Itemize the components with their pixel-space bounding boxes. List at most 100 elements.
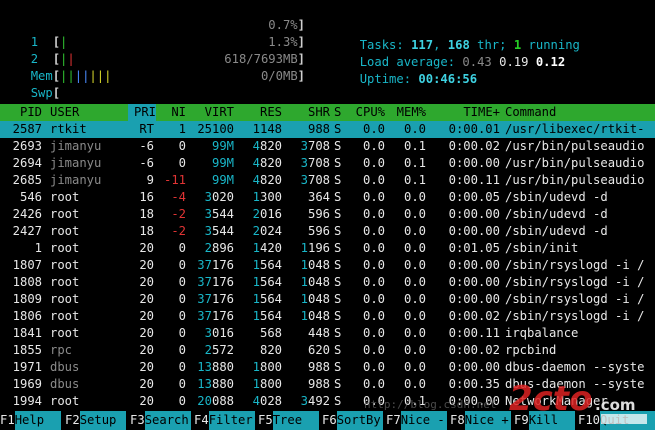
cell-time: 0:00.00 (448, 207, 500, 221)
column-header-virt[interactable]: VIRT (190, 104, 234, 121)
process-row[interactable]: 2694 jimanyu -6 0 99M 4820 3708 S 0.0 0.1 0:00.00 /… (0, 155, 655, 172)
column-header-ni[interactable]: NI (158, 104, 186, 121)
process-row[interactable]: 1841 root 20 0 3016 568 448 S 0.0 0.0 0:00.11 irqba… (0, 325, 655, 342)
process-row[interactable]: 1855 rpc 20 0 2572 820 620 S 0.0 0.0 0:00.02 rpcbin… (0, 342, 655, 359)
column-header-mem[interactable]: MEM% (390, 104, 426, 121)
fkey-nice[interactable]: F7Nice - (386, 411, 447, 430)
cell-virt: 37176 (197, 275, 234, 289)
cell-cmd: /sbin/udevd -d (505, 190, 608, 204)
cell-user: root (50, 190, 80, 204)
column-header-s[interactable]: S (334, 104, 346, 121)
cell-pid: 2685 (12, 173, 42, 187)
process-row[interactable]: 1 root 20 0 2896 1420 1196 S 0.0 0.0 0:01.05/sbin/… (0, 240, 655, 257)
column-header-user[interactable]: USER (50, 104, 130, 121)
function-key-bar: F1Help F2Setup F3Search F4Filter F5Tree F6Sor… (0, 411, 655, 430)
fkey-label: Filter (208, 411, 255, 430)
cell-cmd: NetworkManager (505, 394, 608, 408)
cell-s: S (334, 343, 342, 357)
column-header-cpu[interactable]: CPU% (350, 104, 385, 121)
process-row[interactable]: 1808 root 20 0 37176 1564 1048 S 0.0 0.0 0:00.00/s… (0, 274, 655, 291)
process-row[interactable]: 1809 root 20 0 37176 1564 1048 S 0.0 0.0 0:00.00/s… (0, 291, 655, 308)
cell-user: root (50, 224, 80, 238)
column-header-pid[interactable]: PID (0, 104, 42, 121)
cell-cmd: /sbin/udevd -d (505, 224, 608, 238)
swp-value: 0/0MB (260, 69, 298, 83)
cell-time: 0:00.11 (448, 326, 500, 340)
fkey-quit[interactable]: F10Quit (578, 411, 655, 430)
process-row[interactable]: 2426 root 18 -2 3544 2016 596 S 0.0 0.0 0:00.00/sb… (0, 206, 655, 223)
fkey-setup[interactable]: F2Setup (65, 411, 126, 430)
mem-meter: Mem[||||||| (30, 69, 112, 83)
cell-mem: 0.0 (403, 241, 426, 255)
fkey-number: F9 (514, 413, 529, 427)
cell-time: 0:00.35 (448, 377, 500, 391)
column-header-row[interactable]: PID USER PRI NI VIRT RES SHR S CPU% MEM% TIME+ Comm… (0, 104, 655, 121)
fkey-filter[interactable]: F4Filter (194, 411, 255, 430)
cell-time: 0:01.05 (448, 241, 500, 255)
process-row[interactable]: 2427 root 18 -2 3544 2024 596 S 0.0 0.0 0:00.00/sb… (0, 223, 655, 240)
cell-pri: 18 (139, 224, 154, 238)
fkey-label: Nice - (400, 411, 447, 430)
cell-res: 4028 (252, 394, 282, 408)
cell-s: S (334, 241, 342, 255)
fkey-tree[interactable]: F5Tree (258, 411, 319, 430)
process-row[interactable]: 1806 root 20 0 37176 1564 1048 S 0.0 0.0 0:00.02/s… (0, 308, 655, 325)
process-row[interactable]: 1971 dbus 20 0 13880 1800 988 S 0.0 0.0 0:00.00 dbu… (0, 359, 655, 376)
process-row[interactable]: 1969 dbus 20 0 13880 1800 988 S 0.0 0.0 0:00.35 dbu… (0, 376, 655, 393)
cell-s: S (334, 360, 342, 374)
fkey-search[interactable]: F3Search (130, 411, 191, 430)
cell-ni: 0 (178, 258, 186, 272)
cell-time: 0:00.02 (448, 139, 500, 153)
cell-shr: 3492 (300, 394, 330, 408)
cell-mem: 0.1 (403, 156, 426, 170)
cell-cmd: /usr/libexec/rtkit- (505, 122, 645, 136)
fkey-nice[interactable]: F8Nice + (450, 411, 511, 430)
cell-shr: 596 (307, 224, 330, 238)
cell-time: 0:00.00 (448, 258, 500, 272)
cell-res: 1420 (252, 241, 282, 255)
fkey-help[interactable]: F1Help (0, 411, 61, 430)
cell-res: 1564 (252, 292, 282, 306)
cell-mem: 0.0 (403, 207, 426, 221)
fkey-number: F7 (386, 413, 401, 427)
cell-s: S (334, 224, 342, 238)
cell-virt: 37176 (197, 309, 234, 323)
cell-user: root (50, 207, 80, 221)
cell-res: 1564 (252, 275, 282, 289)
fkey-number: F4 (194, 413, 209, 427)
process-row[interactable]: 2693 jimanyu -6 0 99M 4820 3708 S 0.0 0.1 0:00.02 /… (0, 138, 655, 155)
fkey-sortby[interactable]: F6SortBy (322, 411, 383, 430)
cell-res: 4820 (252, 156, 282, 170)
cell-virt: 25100 (197, 122, 234, 136)
column-header-command[interactable]: Command (505, 104, 655, 121)
process-row-selected[interactable]: 2587 rtkit RT 1 25100 1148 988 S 0.0 0.0 0:00.01/u… (0, 121, 655, 138)
process-row[interactable]: 2685 jimanyu 9 -11 99M 4820 3708 S 0.0 0.1 0:00.11… (0, 172, 655, 189)
cell-shr: 1048 (300, 258, 330, 272)
cell-time: 0:00.05 (448, 190, 500, 204)
cell-pri: 20 (139, 292, 154, 306)
process-row[interactable]: 1807 root 20 0 37176 1564 1048 S 0.0 0.0 0:00.00/s… (0, 257, 655, 274)
cell-s: S (334, 139, 342, 153)
cell-res: 1300 (252, 190, 282, 204)
column-header-shr[interactable]: SHR (286, 104, 330, 121)
cell-virt: 3020 (204, 190, 234, 204)
cell-pri: 16 (139, 190, 154, 204)
cell-time: 0:00.00 (448, 275, 500, 289)
column-header-res[interactable]: RES (237, 104, 282, 121)
cell-cmd: irqbalance (505, 326, 579, 340)
column-header-pri[interactable]: PRI (128, 104, 156, 121)
fkey-kill[interactable]: F9Kill (514, 411, 575, 430)
cell-pid: 1809 (12, 292, 42, 306)
cell-pid: 2694 (12, 156, 42, 170)
fkey-label: SortBy (336, 411, 383, 430)
cell-s: S (334, 258, 342, 272)
cell-ni: -2 (171, 207, 186, 221)
cell-mem: 0.0 (403, 190, 426, 204)
cell-pid: 1855 (12, 343, 42, 357)
cell-pri: 20 (139, 394, 154, 408)
process-row[interactable]: 546 root 16 -4 3020 1300 364 S 0.0 0.0 0:00.05/sbi… (0, 189, 655, 206)
cell-time: 0:00.00 (448, 292, 500, 306)
column-header-time[interactable]: TIME+ (430, 104, 500, 121)
cell-cpu: 0.0 (362, 309, 385, 323)
process-row[interactable]: 1994 root 20 0 20088 4028 3492 S 0.0 0.1 0:00.00 Ne… (0, 393, 655, 410)
